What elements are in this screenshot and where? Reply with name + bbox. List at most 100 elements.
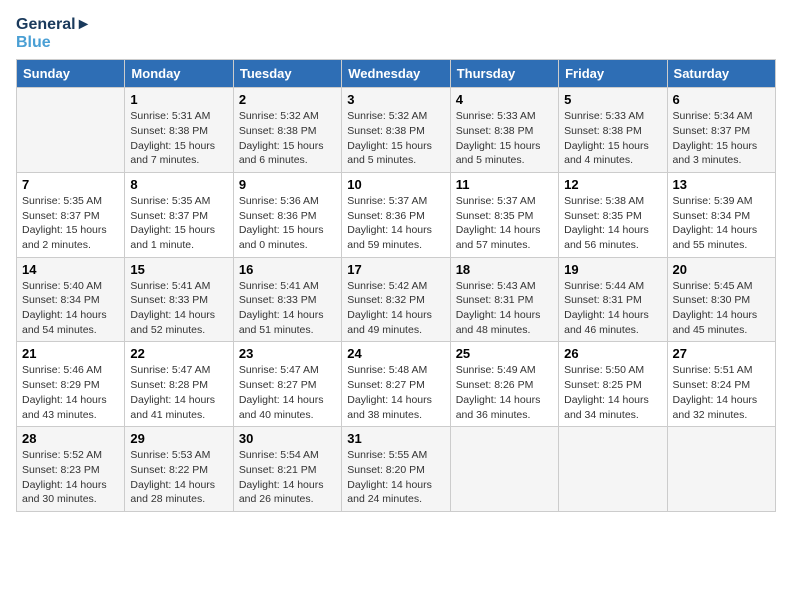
weekday-header: Tuesday bbox=[233, 60, 341, 88]
day-number: 21 bbox=[22, 346, 119, 361]
day-number: 24 bbox=[347, 346, 444, 361]
calendar-cell: 1 Sunrise: 5:31 AMSunset: 8:38 PMDaylight… bbox=[125, 88, 233, 173]
day-info: Sunrise: 5:47 AMSunset: 8:28 PMDaylight:… bbox=[130, 363, 227, 422]
calendar-cell: 29Sunrise: 5:53 AMSunset: 8:22 PMDayligh… bbox=[125, 427, 233, 512]
calendar-cell: 18Sunrise: 5:43 AMSunset: 8:31 PMDayligh… bbox=[450, 257, 558, 342]
calendar-cell: 19Sunrise: 5:44 AMSunset: 8:31 PMDayligh… bbox=[559, 257, 667, 342]
day-info: Sunrise: 5:44 AMSunset: 8:31 PMDaylight:… bbox=[564, 279, 661, 338]
weekday-header-row: SundayMondayTuesdayWednesdayThursdayFrid… bbox=[17, 60, 776, 88]
calendar-cell: 30 Sunrise: 5:54 AMSunset: 8:21 PMDayligh… bbox=[233, 427, 341, 512]
weekday-header: Friday bbox=[559, 60, 667, 88]
day-number: 17 bbox=[347, 262, 444, 277]
day-info: Sunrise: 5:42 AMSunset: 8:32 PMDaylight:… bbox=[347, 279, 444, 338]
logo: General► Blue bbox=[16, 16, 91, 51]
day-info: Sunrise: 5:36 AMSunset: 8:36 PMDaylight:… bbox=[239, 194, 336, 253]
calendar-cell: 17 Sunrise: 5:42 AMSunset: 8:32 PMDayligh… bbox=[342, 257, 450, 342]
calendar-cell: 7Sunrise: 5:35 AMSunset: 8:37 PMDaylight… bbox=[17, 172, 125, 257]
day-number: 31 bbox=[347, 431, 444, 446]
calendar-cell: 2 Sunrise: 5:32 AMSunset: 8:38 PMDaylight… bbox=[233, 88, 341, 173]
day-number: 18 bbox=[456, 262, 553, 277]
day-info: Sunrise: 5:49 AMSunset: 8:26 PMDaylight:… bbox=[456, 363, 553, 422]
day-number: 8 bbox=[130, 177, 227, 192]
day-info: Sunrise: 5:32 AMSunset: 8:38 PMDaylight:… bbox=[347, 109, 444, 168]
weekday-header: Wednesday bbox=[342, 60, 450, 88]
weekday-header: Monday bbox=[125, 60, 233, 88]
day-info: Sunrise: 5:33 AMSunset: 8:38 PMDaylight:… bbox=[456, 109, 553, 168]
calendar-cell: 21 Sunrise: 5:46 AMSunset: 8:29 PMDayligh… bbox=[17, 342, 125, 427]
logo-container: General► Blue bbox=[16, 16, 91, 51]
day-number: 23 bbox=[239, 346, 336, 361]
day-info: Sunrise: 5:48 AMSunset: 8:27 PMDaylight:… bbox=[347, 363, 444, 422]
calendar-cell: 23 Sunrise: 5:47 AMSunset: 8:27 PMDayligh… bbox=[233, 342, 341, 427]
calendar-week-row: 14Sunrise: 5:40 AMSunset: 8:34 PMDayligh… bbox=[17, 257, 776, 342]
calendar-cell: 8 Sunrise: 5:35 AMSunset: 8:37 PMDaylight… bbox=[125, 172, 233, 257]
calendar-cell: 20Sunrise: 5:45 AMSunset: 8:30 PMDayligh… bbox=[667, 257, 775, 342]
day-number: 6 bbox=[673, 92, 770, 107]
day-info: Sunrise: 5:37 AMSunset: 8:36 PMDaylight:… bbox=[347, 194, 444, 253]
day-number: 27 bbox=[673, 346, 770, 361]
day-info: Sunrise: 5:51 AMSunset: 8:24 PMDaylight:… bbox=[673, 363, 770, 422]
day-number: 3 bbox=[347, 92, 444, 107]
weekday-header: Saturday bbox=[667, 60, 775, 88]
calendar-cell: 28 Sunrise: 5:52 AMSunset: 8:23 PMDayligh… bbox=[17, 427, 125, 512]
day-number: 5 bbox=[564, 92, 661, 107]
day-info: Sunrise: 5:53 AMSunset: 8:22 PMDaylight:… bbox=[130, 448, 227, 507]
day-info: Sunrise: 5:47 AMSunset: 8:27 PMDaylight:… bbox=[239, 363, 336, 422]
day-info: Sunrise: 5:31 AMSunset: 8:38 PMDaylight:… bbox=[130, 109, 227, 168]
day-number: 1 bbox=[130, 92, 227, 107]
day-number: 11 bbox=[456, 177, 553, 192]
day-info: Sunrise: 5:55 AMSunset: 8:20 PMDaylight:… bbox=[347, 448, 444, 507]
day-info: Sunrise: 5:33 AMSunset: 8:38 PMDaylight:… bbox=[564, 109, 661, 168]
calendar-cell: 10 Sunrise: 5:37 AMSunset: 8:36 PMDayligh… bbox=[342, 172, 450, 257]
day-number: 9 bbox=[239, 177, 336, 192]
day-number: 4 bbox=[456, 92, 553, 107]
calendar-cell: 26Sunrise: 5:50 AMSunset: 8:25 PMDayligh… bbox=[559, 342, 667, 427]
day-number: 20 bbox=[673, 262, 770, 277]
day-number: 28 bbox=[22, 431, 119, 446]
calendar-cell: 24 Sunrise: 5:48 AMSunset: 8:27 PMDayligh… bbox=[342, 342, 450, 427]
logo-line2: Blue bbox=[16, 34, 91, 52]
day-info: Sunrise: 5:32 AMSunset: 8:38 PMDaylight:… bbox=[239, 109, 336, 168]
day-number: 12 bbox=[564, 177, 661, 192]
calendar-cell: 27 Sunrise: 5:51 AMSunset: 8:24 PMDayligh… bbox=[667, 342, 775, 427]
day-info: Sunrise: 5:34 AMSunset: 8:37 PMDaylight:… bbox=[673, 109, 770, 168]
weekday-header: Sunday bbox=[17, 60, 125, 88]
calendar-cell: 3 Sunrise: 5:32 AMSunset: 8:38 PMDaylight… bbox=[342, 88, 450, 173]
calendar-cell: 13Sunrise: 5:39 AMSunset: 8:34 PMDayligh… bbox=[667, 172, 775, 257]
day-number: 13 bbox=[673, 177, 770, 192]
calendar-week-row: 1 Sunrise: 5:31 AMSunset: 8:38 PMDaylight… bbox=[17, 88, 776, 173]
calendar-cell: 11 Sunrise: 5:37 AMSunset: 8:35 PMDayligh… bbox=[450, 172, 558, 257]
calendar-cell bbox=[450, 427, 558, 512]
calendar-cell: 22 Sunrise: 5:47 AMSunset: 8:28 PMDayligh… bbox=[125, 342, 233, 427]
day-number: 2 bbox=[239, 92, 336, 107]
day-number: 10 bbox=[347, 177, 444, 192]
logo-line1: General► bbox=[16, 16, 91, 34]
day-info: Sunrise: 5:46 AMSunset: 8:29 PMDaylight:… bbox=[22, 363, 119, 422]
day-info: Sunrise: 5:41 AMSunset: 8:33 PMDaylight:… bbox=[130, 279, 227, 338]
day-number: 22 bbox=[130, 346, 227, 361]
day-number: 25 bbox=[456, 346, 553, 361]
calendar-cell: 31 Sunrise: 5:55 AMSunset: 8:20 PMDayligh… bbox=[342, 427, 450, 512]
calendar-week-row: 28 Sunrise: 5:52 AMSunset: 8:23 PMDayligh… bbox=[17, 427, 776, 512]
day-info: Sunrise: 5:38 AMSunset: 8:35 PMDaylight:… bbox=[564, 194, 661, 253]
day-info: Sunrise: 5:50 AMSunset: 8:25 PMDaylight:… bbox=[564, 363, 661, 422]
calendar-cell: 25 Sunrise: 5:49 AMSunset: 8:26 PMDayligh… bbox=[450, 342, 558, 427]
calendar-cell: 6 Sunrise: 5:34 AMSunset: 8:37 PMDaylight… bbox=[667, 88, 775, 173]
weekday-header: Thursday bbox=[450, 60, 558, 88]
calendar-table: SundayMondayTuesdayWednesdayThursdayFrid… bbox=[16, 59, 776, 512]
calendar-cell: 4 Sunrise: 5:33 AMSunset: 8:38 PMDaylight… bbox=[450, 88, 558, 173]
day-info: Sunrise: 5:37 AMSunset: 8:35 PMDaylight:… bbox=[456, 194, 553, 253]
calendar-cell: 16Sunrise: 5:41 AMSunset: 8:33 PMDayligh… bbox=[233, 257, 341, 342]
calendar-week-row: 7Sunrise: 5:35 AMSunset: 8:37 PMDaylight… bbox=[17, 172, 776, 257]
page-header: General► Blue bbox=[16, 16, 776, 51]
calendar-cell bbox=[17, 88, 125, 173]
day-info: Sunrise: 5:35 AMSunset: 8:37 PMDaylight:… bbox=[130, 194, 227, 253]
day-info: Sunrise: 5:35 AMSunset: 8:37 PMDaylight:… bbox=[22, 194, 119, 253]
calendar-cell: 15Sunrise: 5:41 AMSunset: 8:33 PMDayligh… bbox=[125, 257, 233, 342]
day-number: 30 bbox=[239, 431, 336, 446]
day-info: Sunrise: 5:52 AMSunset: 8:23 PMDaylight:… bbox=[22, 448, 119, 507]
calendar-cell: 9 Sunrise: 5:36 AMSunset: 8:36 PMDaylight… bbox=[233, 172, 341, 257]
calendar-cell: 5 Sunrise: 5:33 AMSunset: 8:38 PMDaylight… bbox=[559, 88, 667, 173]
day-info: Sunrise: 5:54 AMSunset: 8:21 PMDaylight:… bbox=[239, 448, 336, 507]
calendar-cell bbox=[667, 427, 775, 512]
